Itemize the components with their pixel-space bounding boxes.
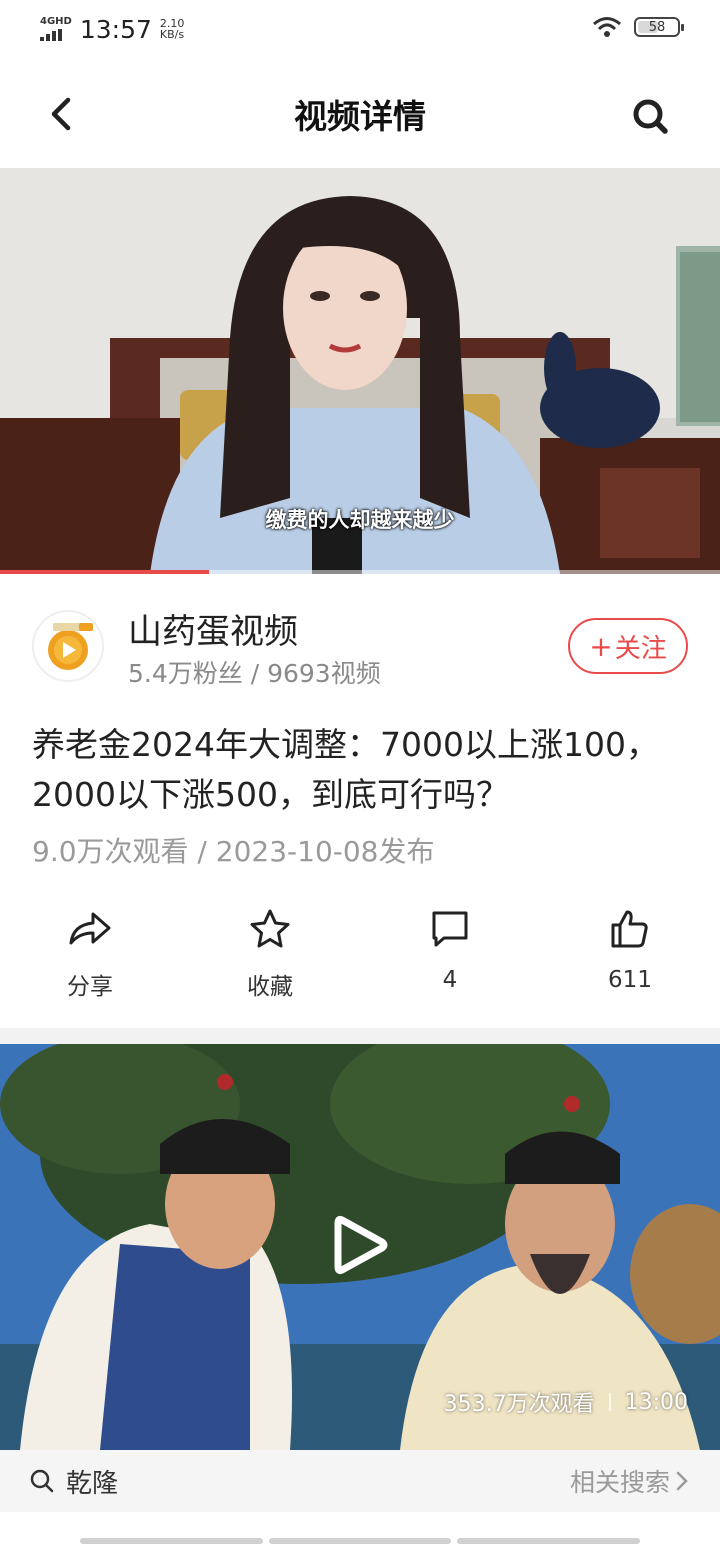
battery-icon: 58 <box>634 17 684 37</box>
wifi-icon <box>593 17 621 37</box>
author-name[interactable]: 山药蛋视频 <box>128 604 298 653</box>
network-type: 4GHD <box>40 16 72 27</box>
battery-level-text: 58 <box>648 19 666 35</box>
chevron-right-icon <box>676 1471 688 1491</box>
related-search-link[interactable]: 相关搜索 <box>570 1463 690 1499</box>
related-video-duration: 13:00 <box>624 1389 688 1415</box>
status-bar: 4GHD 13:57 2.10 KB/s 58 <box>0 0 720 58</box>
header: 视频详情 <box>0 58 720 168</box>
info-separator <box>608 1393 611 1411</box>
thumbs-up-icon <box>611 910 648 948</box>
video-progress-fill <box>0 570 209 574</box>
related-video-info: 353.7万次观看 13:00 <box>444 1386 688 1418</box>
search-icon <box>633 99 668 134</box>
status-time: 13:57 <box>79 14 152 44</box>
channel-logo-icon <box>48 623 93 670</box>
related-video-views: 353.7万次观看 <box>443 1392 595 1417</box>
favorite-button[interactable]: 收藏 <box>180 905 360 1005</box>
favorite-label: 收藏 <box>247 974 293 1000</box>
video-subtitle: 缴费的人却越来越少 <box>265 508 455 532</box>
section-divider <box>0 1028 720 1044</box>
share-button[interactable]: 分享 <box>0 905 180 1005</box>
play-button[interactable] <box>330 1210 390 1280</box>
share-icon <box>69 912 111 945</box>
network-indicator: 4GHD <box>40 17 72 41</box>
avatar[interactable] <box>32 610 104 682</box>
plus-icon: + <box>589 629 613 663</box>
play-icon <box>334 1215 388 1275</box>
share-label: 分享 <box>67 974 113 1000</box>
speed-unit: KB/s <box>159 28 185 41</box>
related-search-bar[interactable]: 乾隆 相关搜索 <box>0 1450 720 1512</box>
page-title: 视频详情 <box>294 97 426 136</box>
signal-icon <box>40 29 62 41</box>
like-count: 611 <box>608 967 652 993</box>
search-icon <box>30 1469 54 1493</box>
search-button[interactable] <box>630 96 670 136</box>
author-stats: 5.4万粉丝 / 9693视频 <box>128 659 381 688</box>
comment-button[interactable]: 4 <box>360 905 540 1005</box>
related-search-label: 相关搜索 <box>569 1468 670 1497</box>
video-meta: 9.0万次观看 / 2023-10-08发布 <box>32 835 435 868</box>
author-row: 山药蛋视频 5.4万粉丝 / 9693视频 + 关注 <box>32 600 688 690</box>
star-icon <box>250 909 290 948</box>
related-video-card[interactable]: 353.7万次观看 13:00 <box>0 1044 720 1450</box>
video-player[interactable]: 缴费的人却越来越少 <box>0 168 720 574</box>
bottom-indicator <box>80 1538 641 1544</box>
follow-button[interactable]: + 关注 <box>568 618 688 674</box>
action-bar: 分享 收藏 4 611 <box>0 905 720 1005</box>
network-speed: 2.10 KB/s <box>160 18 185 40</box>
video-title: 养老金2024年大调整：7000以上涨100，2000以下涨500，到底可行吗？ <box>32 725 659 814</box>
follow-label: 关注 <box>614 633 667 664</box>
related-search-query: 乾隆 <box>66 1468 119 1499</box>
video-progress-bar[interactable] <box>0 570 720 574</box>
like-button[interactable]: 611 <box>540 905 720 1005</box>
comment-icon <box>432 911 468 947</box>
comment-count: 4 <box>442 967 458 993</box>
